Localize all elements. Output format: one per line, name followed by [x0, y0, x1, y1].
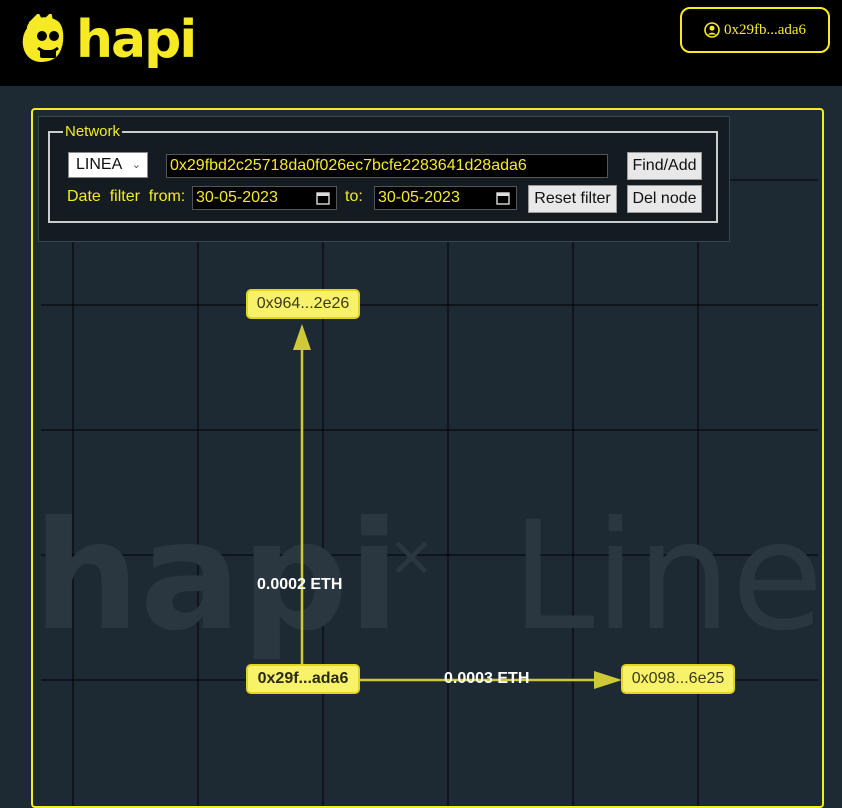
- edge-label-center-to-top: 0.0002 ETH: [257, 576, 343, 593]
- date-to-label: to:: [345, 188, 363, 205]
- edge-label-center-to-right: 0.0003 ETH: [444, 670, 530, 687]
- chevron-down-icon: ⌄: [131, 159, 141, 171]
- graph-canvas[interactable]: hapi × Linea 0.0002 ETH 0.0003 ETH 0x964…: [31, 108, 824, 808]
- calendar-icon: [496, 192, 510, 205]
- wallet-button[interactable]: 0x29fb...ada6: [680, 7, 830, 53]
- date-to-input[interactable]: 30-05-2023: [374, 186, 517, 210]
- network-legend: Network: [65, 123, 121, 140]
- graph-node-center[interactable]: 0x29f...ada6: [246, 664, 360, 694]
- network-select-value: LINEA: [76, 156, 123, 173]
- graph-node-top[interactable]: 0x964...2e26: [246, 289, 360, 319]
- date-filter-label: Date filter from:: [67, 188, 186, 205]
- hapi-mascot-icon: [20, 14, 66, 64]
- control-panel: Network LINEA ⌄ 0x29fbd2c25718da0f026ec7…: [38, 116, 730, 242]
- edge-arrowhead-right: [594, 671, 622, 689]
- network-fieldset: Network LINEA ⌄ 0x29fbd2c25718da0f026ec7…: [48, 123, 718, 223]
- address-input[interactable]: 0x29fbd2c25718da0f026ec7bcfe2283641d28ad…: [166, 154, 608, 178]
- logo-wordmark: hapi: [76, 10, 197, 70]
- hapi-logo[interactable]: hapi: [16, 8, 197, 70]
- del-node-button[interactable]: Del node: [627, 185, 702, 213]
- find-add-button[interactable]: Find/Add: [627, 152, 702, 180]
- reset-filter-button[interactable]: Reset filter: [528, 185, 617, 213]
- date-to-value: 30-05-2023: [378, 189, 460, 206]
- date-from-value: 30-05-2023: [196, 189, 278, 206]
- date-from-input[interactable]: 30-05-2023: [192, 186, 337, 210]
- user-circle-icon: [704, 22, 720, 38]
- top-bar: hapi 0x29fb...ada6: [0, 0, 842, 86]
- calendar-icon: [316, 192, 330, 205]
- wallet-address-label: 0x29fb...ada6: [723, 21, 807, 38]
- edge-arrowhead-top: [293, 324, 311, 350]
- graph-node-right[interactable]: 0x098...6e25: [621, 664, 735, 694]
- network-select[interactable]: LINEA ⌄: [68, 152, 148, 178]
